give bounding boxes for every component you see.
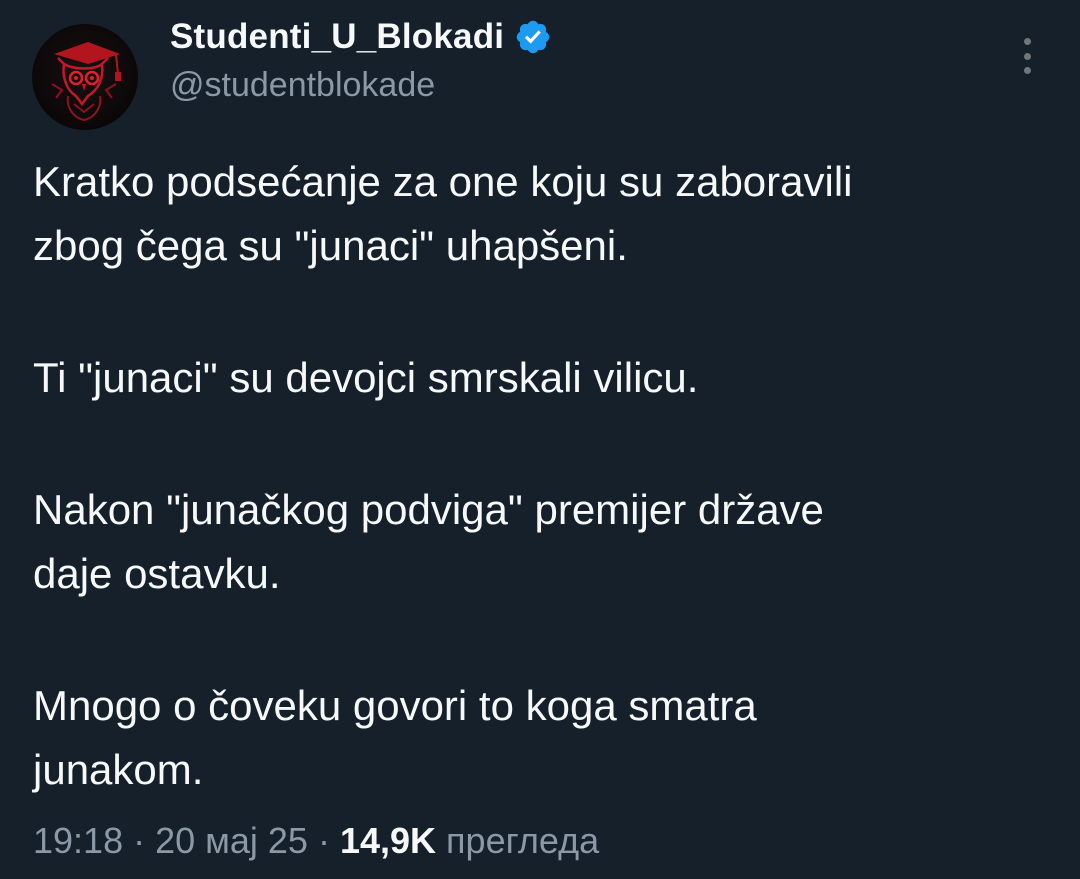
more-dot (1023, 67, 1031, 74)
meta-separator: · (317, 820, 330, 861)
views-label[interactable]: прегледа (446, 820, 599, 861)
tweet-text: Kratko podsećanje za one koju su zaborav… (33, 150, 1063, 802)
more-dot (1023, 52, 1031, 60)
more-vertical-icon[interactable] (1010, 34, 1044, 78)
tweet-paragraph: Mnogo o čoveku govori to koga smatra jun… (33, 682, 757, 793)
display-name[interactable]: Studenti_U_Blokadi (170, 17, 504, 57)
meta-separator: · (133, 820, 146, 861)
tweet-metadata: 19:18 · 20 мај 25 · 14,9K прегледа (33, 818, 599, 864)
avatar[interactable] (32, 24, 138, 130)
verified-badge-icon[interactable] (514, 18, 552, 56)
tweet-paragraph: Ti "junaci" su devojci smrskali vilicu. (33, 354, 699, 401)
tweet-paragraph: Nakon "junačkog podviga" premijer države… (33, 486, 824, 597)
tweet-paragraph: Kratko podsećanje za one koju su zaborav… (33, 158, 853, 269)
tweet-date[interactable]: 20 мај 25 (155, 820, 308, 861)
author-handle[interactable]: @studentblokade (170, 66, 435, 105)
tweet-time[interactable]: 19:18 (33, 820, 123, 861)
author-name-row[interactable]: Studenti_U_Blokadi (170, 14, 552, 60)
owl-graduation-cap-icon (51, 42, 121, 122)
more-dot (1023, 38, 1031, 45)
views-count[interactable]: 14,9K (340, 820, 436, 861)
